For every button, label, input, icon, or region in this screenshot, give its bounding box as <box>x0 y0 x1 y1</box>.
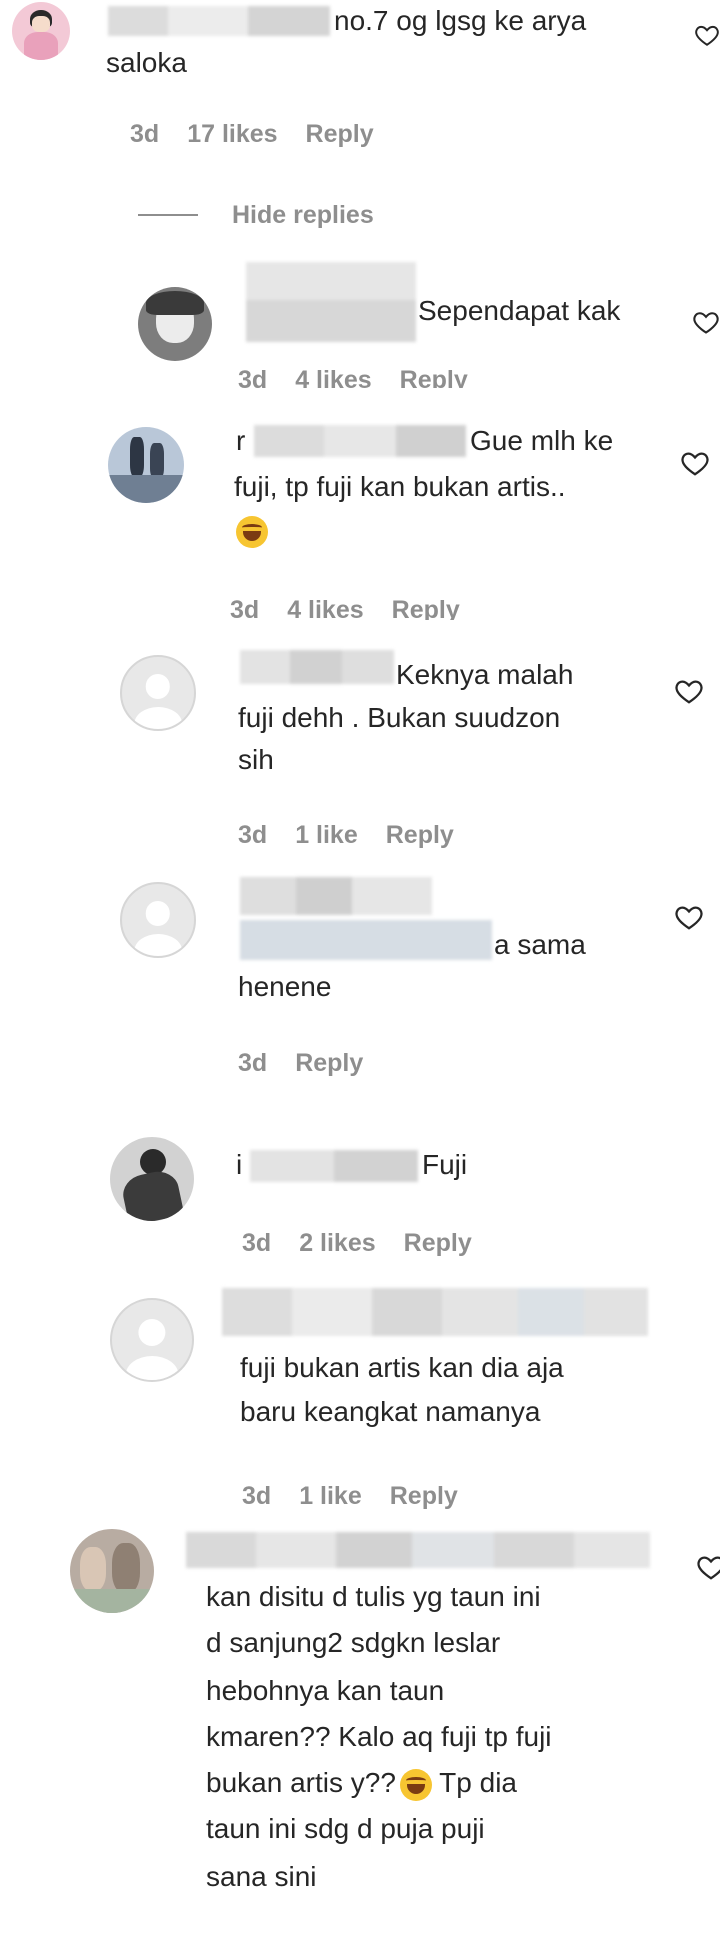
comment-text: sih <box>238 744 274 775</box>
comment-text: fuji bukan artis kan dia aja <box>240 1352 564 1383</box>
like-count[interactable]: 4 likes <box>295 366 371 388</box>
joy-emoji-icon <box>232 516 268 548</box>
hide-replies-button[interactable]: Hide replies <box>232 201 374 230</box>
comment-text: henene <box>238 971 332 1002</box>
username-redacted[interactable] <box>250 1150 418 1182</box>
heart-icon[interactable] <box>674 902 704 932</box>
avatar-figure-body <box>24 32 58 60</box>
comment-text: Sependapat kak <box>418 295 621 326</box>
comment-text: taun ini sdg d puja puji <box>206 1813 485 1844</box>
avatar[interactable] <box>138 287 212 361</box>
reply-button[interactable]: Reply <box>390 1482 458 1510</box>
comment-text: fuji, tp fuji kan bukan artis.. <box>234 471 566 502</box>
comment-text: fuji dehh . Bukan suudzon <box>238 702 561 733</box>
avatar-hair <box>146 291 204 315</box>
reply-button[interactable]: Reply <box>306 120 374 148</box>
heart-icon[interactable] <box>674 676 704 706</box>
default-avatar-icon[interactable] <box>120 882 196 958</box>
heart-icon[interactable] <box>680 448 710 478</box>
comment-text: kmaren?? Kalo aq fuji tp fuji <box>206 1721 552 1752</box>
comment-text: saloka <box>106 47 187 78</box>
comment-text: bukan artis y?? Tp dia <box>206 1762 517 1804</box>
avatar-photo-figure <box>112 1543 140 1593</box>
username-redacted[interactable] <box>222 1288 648 1336</box>
comment-text: Keknya malah <box>396 659 574 690</box>
comment-time: 3d <box>238 821 268 849</box>
like-count[interactable]: 4 likes <box>287 596 363 620</box>
comment-time: 3d <box>130 120 160 148</box>
comment-text: hebohnya kan taun <box>206 1675 445 1706</box>
comment-text-segment: Tp dia <box>439 1767 517 1798</box>
comment-text: a sama <box>494 929 586 960</box>
like-count[interactable]: 2 likes <box>299 1229 375 1257</box>
username-redacted[interactable] <box>246 262 416 342</box>
comment-text-segment: bukan artis y?? <box>206 1767 396 1798</box>
comment-username-prefix[interactable]: r <box>236 420 245 462</box>
avatar-figure <box>150 443 164 479</box>
comment-text: Gue mlh ke <box>470 425 614 456</box>
username-redacted[interactable] <box>186 1532 650 1568</box>
username-redacted[interactable] <box>240 650 394 684</box>
comment-text: sana sini <box>206 1861 317 1892</box>
heart-icon[interactable] <box>696 1552 720 1580</box>
heart-icon[interactable] <box>692 308 720 336</box>
comment-time: 3d <box>238 1049 268 1077</box>
comment-time: 3d <box>238 366 268 388</box>
comment-meta: 3d 1 like Reply <box>242 1482 486 1511</box>
avatar[interactable] <box>70 1529 154 1613</box>
comment-text: d sanjung2 sdgkn leslar <box>206 1627 501 1658</box>
replies-divider <box>138 214 198 216</box>
reply-button[interactable]: Reply <box>400 366 468 388</box>
reply-button[interactable]: Reply <box>392 596 460 620</box>
comment-username-prefix[interactable]: i <box>236 1144 242 1186</box>
like-count[interactable]: 1 like <box>299 1482 362 1510</box>
avatar[interactable] <box>110 1137 194 1221</box>
comment-time: 3d <box>242 1482 272 1510</box>
comment-text: no.7 og lgsg ke arya <box>334 5 587 36</box>
comment-meta: 3d Reply <box>238 1049 391 1078</box>
avatar-ground <box>108 475 184 503</box>
comment-text: Fuji <box>422 1149 468 1180</box>
avatar-figure <box>130 437 144 477</box>
avatar[interactable] <box>108 427 184 503</box>
reply-button[interactable]: Reply <box>386 821 454 849</box>
comment-time: 3d <box>230 596 260 620</box>
like-count[interactable]: 17 likes <box>187 120 277 148</box>
avatar-figure-body <box>119 1167 185 1221</box>
username-redacted[interactable] <box>254 425 466 457</box>
comment-time: 3d <box>242 1229 272 1257</box>
avatar-photo-ground <box>70 1589 154 1613</box>
comment-meta: 3d 17 likes Reply <box>130 120 402 149</box>
avatar-figure-face <box>32 16 50 32</box>
comment-text: baru keangkat namanya <box>240 1396 541 1427</box>
comment-meta: 3d 1 like Reply <box>238 821 482 850</box>
joy-emoji-icon <box>399 1768 432 1801</box>
default-avatar-icon[interactable] <box>110 1298 194 1382</box>
reply-button[interactable]: Reply <box>404 1229 472 1257</box>
comment-text: kan disitu d tulis yg taun ini <box>206 1581 541 1612</box>
avatar[interactable] <box>12 2 70 60</box>
comment-meta: 3d 2 likes Reply <box>242 1229 500 1258</box>
default-avatar-icon[interactable] <box>120 655 196 731</box>
comment-meta: 3d 4 likes Reply <box>238 366 496 388</box>
like-count[interactable]: 1 like <box>295 821 358 849</box>
username-redacted[interactable] <box>240 877 492 960</box>
username-redacted[interactable] <box>108 6 330 36</box>
heart-icon[interactable] <box>694 22 720 48</box>
comment-meta: 3d 4 likes Reply <box>230 596 488 620</box>
reply-button[interactable]: Reply <box>295 1049 363 1077</box>
avatar-photo-figure <box>80 1547 106 1591</box>
